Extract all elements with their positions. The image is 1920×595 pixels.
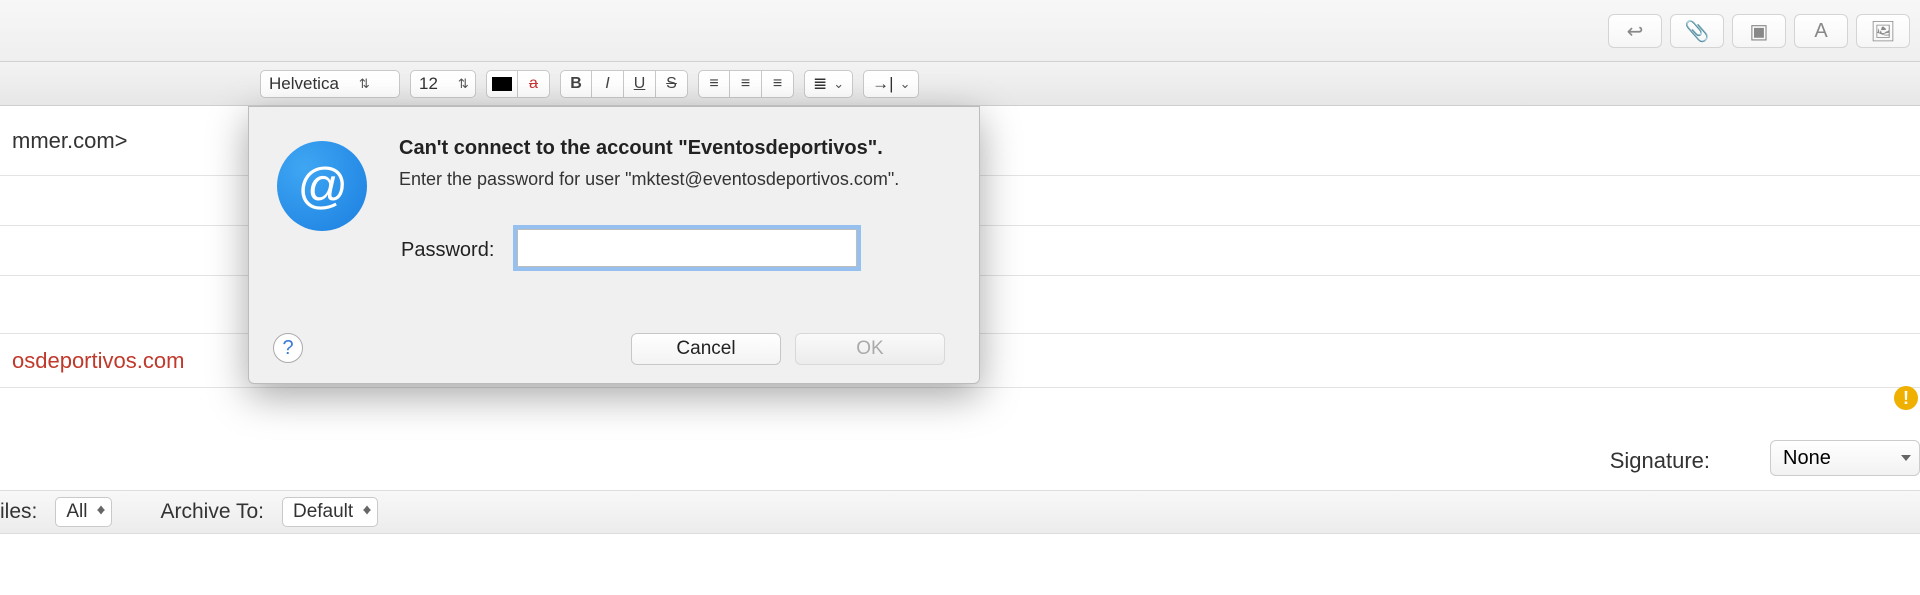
align-left-button[interactable]: ≡ (698, 70, 730, 98)
indent-icon: →| (872, 74, 893, 94)
chevrons-icon: ⇅ (359, 76, 370, 92)
picture-icon: 🖼 (1870, 19, 1895, 44)
list-icon: ≣ (813, 74, 827, 94)
chevrons-icon: ⇅ (458, 76, 469, 92)
signature-select[interactable]: None (1770, 440, 1920, 476)
underline-button[interactable]: U (624, 70, 656, 98)
ok-label: OK (856, 338, 883, 360)
archive-to-value: Default (293, 501, 353, 523)
italic-button[interactable]: I (592, 70, 624, 98)
at-sign-icon: @ (277, 141, 367, 231)
indent-select[interactable]: →| ⌄ (863, 70, 919, 98)
list-select[interactable]: ≣ ⌄ (804, 70, 853, 98)
cancel-button[interactable]: Cancel (631, 333, 781, 365)
text-style-color-button[interactable]: a (518, 70, 550, 98)
align-right-button[interactable]: ≡ (762, 70, 794, 98)
style-group: B I U S (560, 70, 688, 98)
password-input[interactable] (517, 229, 857, 267)
cancel-label: Cancel (676, 338, 735, 360)
chevron-down-icon: ⌄ (900, 76, 911, 92)
font-size-select[interactable]: 12 ⇅ (410, 70, 476, 98)
warning-badge[interactable]: ! (1894, 386, 1918, 410)
format-button[interactable]: A (1794, 14, 1848, 48)
insert-photo-button[interactable]: ▣ (1732, 14, 1786, 48)
titlebar-buttons: ↩ 📎 ▣ A 🖼 (1608, 14, 1910, 48)
dialog-title: Can't connect to the account "Eventosdep… (399, 137, 883, 160)
font-family-select[interactable]: Helvetica ⇅ (260, 70, 400, 98)
font-size-value: 12 (419, 74, 438, 94)
chevron-down-icon: ⌄ (833, 76, 844, 92)
account-email-fragment: osdeportivos.com (12, 348, 184, 374)
reply-icon: ↩ (1627, 19, 1644, 44)
help-button[interactable]: ? (273, 333, 303, 363)
letter-a-icon: A (1814, 20, 1827, 43)
struck-a-icon: a (529, 75, 538, 93)
archive-to-select[interactable]: Default (282, 497, 378, 527)
color-group: a (486, 70, 550, 98)
media-browser-button[interactable]: 🖼 (1856, 14, 1910, 48)
at-glyph: @ (297, 157, 348, 215)
bottom-options-row: iles: All Archive To: Default (0, 490, 1920, 534)
rules-label-fragment: iles: (0, 500, 37, 524)
question-icon: ? (282, 337, 293, 360)
bold-button[interactable]: B (560, 70, 592, 98)
password-dialog: @ Can't connect to the account "Eventosd… (248, 106, 980, 384)
from-fragment: mmer.com> (12, 128, 128, 154)
password-label: Password: (401, 239, 494, 262)
color-swatch-icon (492, 77, 512, 91)
align-group: ≡ ≡ ≡ (698, 70, 794, 98)
ok-button[interactable]: OK (795, 333, 945, 365)
archive-to-label: Archive To: (160, 500, 264, 524)
paperclip-icon: 📎 (1685, 19, 1710, 44)
attach-button[interactable]: 📎 (1670, 14, 1724, 48)
format-toolbar: Helvetica ⇅ 12 ⇅ a B I U S ≡ ≡ ≡ ≣ ⌄ →| … (0, 62, 1920, 106)
reply-button[interactable]: ↩ (1608, 14, 1662, 48)
rules-value: All (66, 501, 87, 523)
text-color-button[interactable] (486, 70, 518, 98)
rules-select[interactable]: All (55, 497, 112, 527)
photo-frame-icon: ▣ (1750, 19, 1769, 44)
strikethrough-button[interactable]: S (656, 70, 688, 98)
exclamation-icon: ! (1903, 388, 1909, 409)
dialog-subtitle: Enter the password for user "mktest@even… (399, 169, 899, 190)
titlebar: ↩ 📎 ▣ A 🖼 (0, 0, 1920, 62)
font-family-value: Helvetica (269, 74, 339, 94)
align-center-button[interactable]: ≡ (730, 70, 762, 98)
signature-label: Signature: (1610, 448, 1710, 474)
signature-value: None (1783, 447, 1831, 470)
